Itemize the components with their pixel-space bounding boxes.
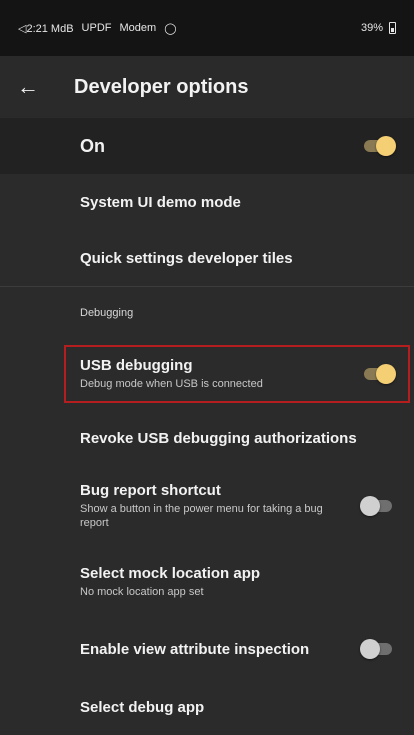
toggle-thumb	[376, 136, 396, 156]
page-title: Developer options	[74, 75, 249, 98]
list-item-mock-location[interactable]: Select mock location app No mock locatio…	[0, 545, 414, 619]
status-carrier-1: UPDF	[81, 22, 112, 34]
list-item-summary: No mock location app set	[80, 586, 204, 598]
bug-report-toggle[interactable]	[360, 496, 396, 516]
battery-percent: 39%	[360, 22, 383, 34]
list-item-bug-report-shortcut[interactable]: Bug report shortcut Show a button in the…	[0, 467, 414, 545]
list-item-title: Select mock location app	[80, 565, 261, 582]
category-header: Debugging	[80, 307, 134, 319]
arrow-left-icon[interactable]: ←	[0, 56, 56, 118]
status-left: ◁2:21 MdB UPDF Modem ◯	[18, 22, 177, 35]
status-right: 39%	[361, 22, 396, 34]
list-item-title: Quick settings developer tiles	[80, 249, 293, 267]
master-toggle[interactable]	[360, 136, 396, 156]
status-carrier-2: Modem	[119, 22, 157, 34]
master-switch-label: On	[80, 135, 105, 156]
toggle-thumb	[376, 364, 396, 384]
list-item-title: Select debug app	[80, 698, 205, 716]
toggle-thumb	[360, 639, 380, 659]
status-bar: ◁2:21 MdB UPDF Modem ◯ 39%	[0, 0, 414, 56]
list-item-view-attribute-inspection[interactable]: Enable view attribute inspection	[0, 619, 414, 679]
app-bar: ← Developer options	[0, 56, 414, 118]
list-item-select-debug-app[interactable]: Select debug app	[0, 679, 414, 735]
status-time: ◁2:21 MdB	[18, 22, 74, 35]
settings-list: System UI demo mode Quick settings devel…	[0, 174, 414, 735]
signal-icon: ◯	[164, 22, 177, 35]
master-switch-row[interactable]: On	[0, 118, 414, 174]
list-item-system-ui-demo[interactable]: System UI demo mode	[0, 174, 414, 230]
list-item-title: USB debugging	[80, 357, 193, 374]
toggle-thumb	[360, 496, 380, 516]
list-item-revoke-usb[interactable]: Revoke USB debugging authorizations	[0, 409, 414, 467]
list-item-title: Bug report shortcut	[80, 482, 221, 499]
list-item-title: Enable view attribute inspection	[80, 640, 310, 658]
list-item-usb-debugging[interactable]: USB debugging Debug mode when USB is con…	[0, 339, 414, 409]
list-item-title: System UI demo mode	[80, 193, 241, 211]
battery-icon	[389, 22, 396, 34]
view-attribute-toggle[interactable]	[360, 639, 396, 659]
usb-debugging-toggle[interactable]	[360, 364, 396, 384]
list-item-summary: Show a button in the power menu for taki…	[80, 503, 323, 529]
list-item-quick-settings-tiles[interactable]: Quick settings developer tiles	[0, 230, 414, 286]
list-item-title: Revoke USB debugging authorizations	[80, 429, 357, 447]
list-item-summary: Debug mode when USB is connected	[80, 378, 263, 390]
